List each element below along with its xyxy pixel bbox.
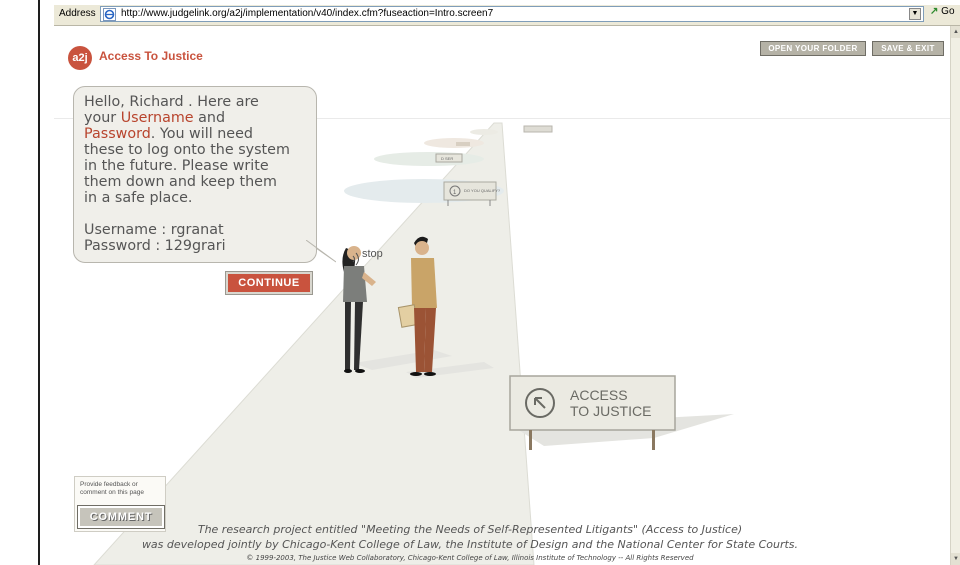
dialog-line-2: your Username and [84,110,306,126]
dialog-spacer [84,206,306,222]
scroll-up-arrow-icon[interactable]: ▲ [951,26,960,38]
address-dropdown-button[interactable]: ▼ [909,8,921,20]
a2j-logo: a2j [68,46,92,70]
save-and-exit-button[interactable]: SAVE & EXIT [872,41,944,56]
open-your-folder-button[interactable]: OPEN YOUR FOLDER [760,41,866,56]
access-to-justice-sign: ACCESS TO JUSTICE [509,375,734,450]
path-clearing-mid [374,152,484,166]
continue-button[interactable]: CONTINUE [226,272,312,294]
app-title: Access To Justice [99,49,203,63]
main-sign-line2: TO JUSTICE [570,403,651,419]
feedback-note: Provide feedback or comment on this page [80,481,144,496]
path-clearing-far [424,138,484,148]
dialog-line-3b: . You will need [150,126,253,142]
username-line: Username : rgranat [84,222,224,238]
sign-far-text: D SER [441,156,453,161]
footer-copyright: © 1999-2003, The Justice Web Collaborato… [246,554,694,562]
ie-page-icon [103,8,116,21]
go-button[interactable]: ↗ Go [930,6,955,17]
dialog-line-3: Password. You will need [84,126,306,142]
bubble-tail [306,240,336,263]
scroll-down-arrow-icon[interactable]: ▼ [951,553,960,565]
address-field[interactable]: http://www.judgelink.org/a2j/implementat… [100,6,924,22]
page-content: 1 DO YOU QUALIFY? D SER ACCESS TO JUSTIC… [54,26,950,565]
go-label: Go [941,6,955,17]
vertical-scrollbar[interactable]: ▲ ▼ [950,26,960,565]
address-url: http://www.judgelink.org/a2j/implementat… [121,8,494,19]
sign-farther [456,142,470,146]
sign-far: D SER [435,153,463,163]
dialog-line-2b: and [193,110,226,126]
address-bar: Address http://www.judgelink.org/a2j/imp… [54,5,960,26]
dialog-bubble: Hello, Richard . Here are your Username … [73,86,317,263]
go-arrow-icon: ↗ [930,6,939,17]
dialog-line-2a: your [84,110,121,126]
stop-audio-link[interactable]: stop [362,248,383,260]
left-frame [0,0,40,565]
dialog-line-1: Hello, Richard . Here are [84,94,259,110]
dialog-line-6: them down and keep them [84,174,277,190]
main-sign-line1: ACCESS [570,387,628,403]
path-clearing-farthest [470,129,498,135]
address-label: Address [59,8,96,19]
dialog-line-7: in a safe place. [84,190,193,206]
footer-line-2: was developed jointly by Chicago-Kent Co… [141,538,799,551]
footer-line-1: The research project entitled "Meeting t… [197,523,743,536]
dialog-line-5: in the future. Please write [84,158,269,174]
username-highlight: Username [120,110,194,126]
sign-farthest [523,125,553,133]
password-line: Password : 129grari [84,238,226,254]
dialog-line-4: these to log onto the system [84,142,290,158]
sign-qualify-text: DO YOU QUALIFY? [464,188,501,193]
password-highlight: Password [84,126,151,142]
